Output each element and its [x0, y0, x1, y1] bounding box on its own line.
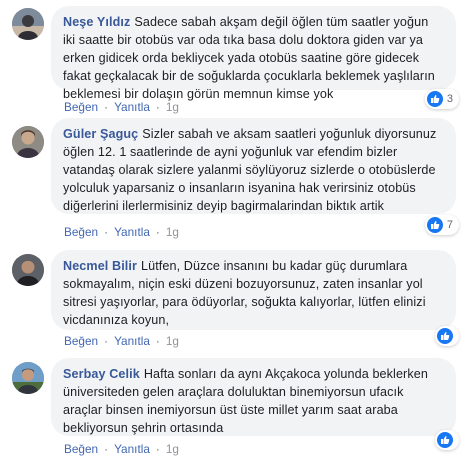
reaction-count-badge[interactable]	[435, 430, 459, 450]
comment-actions: Beğen · Yanıtla · 1g	[64, 225, 179, 239]
comment-actions: Beğen · Yanıtla · 1g	[64, 100, 179, 114]
comment-bubble: Güler Şaguç Sizler sabah ve aksam saatler…	[51, 118, 456, 214]
comment-bubble: Necmel Bilir Lütfen, Düzce insanını bu ka…	[51, 250, 456, 330]
comment-timestamp[interactable]: 1g	[166, 334, 179, 348]
comment-timestamp[interactable]: 1g	[166, 100, 179, 114]
comment-author-link[interactable]: Serbay Celik	[63, 367, 140, 381]
avatar[interactable]	[12, 8, 44, 40]
reply-link[interactable]: Yanıtla	[114, 100, 150, 114]
reply-link[interactable]: Yanıtla	[114, 334, 150, 348]
separator-dot: ·	[104, 442, 109, 456]
reply-link[interactable]: Yanıtla	[114, 442, 150, 456]
like-link[interactable]: Beğen	[64, 334, 98, 348]
separator-dot: ·	[104, 100, 109, 114]
separator-dot: ·	[155, 334, 160, 348]
avatar[interactable]	[12, 254, 44, 286]
comment-bubble: Neşe Yıldız Sadece sabah akşam değil öğle…	[51, 6, 456, 101]
thumbs-up-icon	[426, 91, 443, 107]
reaction-count-badge[interactable]	[435, 326, 459, 346]
thumbs-up-icon	[437, 432, 453, 448]
comment-author-link[interactable]: Güler Şaguç	[63, 127, 138, 141]
reaction-count: 7	[446, 219, 453, 231]
reaction-count-badge[interactable]: 7	[424, 215, 459, 235]
comment-bubble: Serbay Celik Hafta sonları da aynı Akçako…	[51, 358, 456, 436]
comment-author-link[interactable]: Necmel Bilir	[63, 259, 137, 273]
comment-author-link[interactable]: Neşe Yıldız	[63, 15, 130, 29]
comment-actions: Beğen · Yanıtla · 1g	[64, 334, 179, 348]
comment-timestamp[interactable]: 1g	[166, 225, 179, 239]
separator-dot: ·	[155, 225, 160, 239]
separator-dot: ·	[104, 225, 109, 239]
reply-link[interactable]: Yanıtla	[114, 225, 150, 239]
comment-actions: Beğen · Yanıtla · 1g	[64, 442, 179, 456]
separator-dot: ·	[104, 334, 109, 348]
separator-dot: ·	[155, 442, 160, 456]
like-link[interactable]: Beğen	[64, 442, 98, 456]
thumbs-up-icon	[426, 217, 443, 233]
like-link[interactable]: Beğen	[64, 225, 98, 239]
comment-timestamp[interactable]: 1g	[166, 442, 179, 456]
reaction-count: 3	[446, 93, 453, 105]
avatar[interactable]	[12, 362, 44, 394]
avatar[interactable]	[12, 126, 44, 158]
reaction-count-badge[interactable]: 3	[424, 89, 459, 109]
separator-dot: ·	[155, 100, 160, 114]
thumbs-up-icon	[437, 328, 453, 344]
like-link[interactable]: Beğen	[64, 100, 98, 114]
